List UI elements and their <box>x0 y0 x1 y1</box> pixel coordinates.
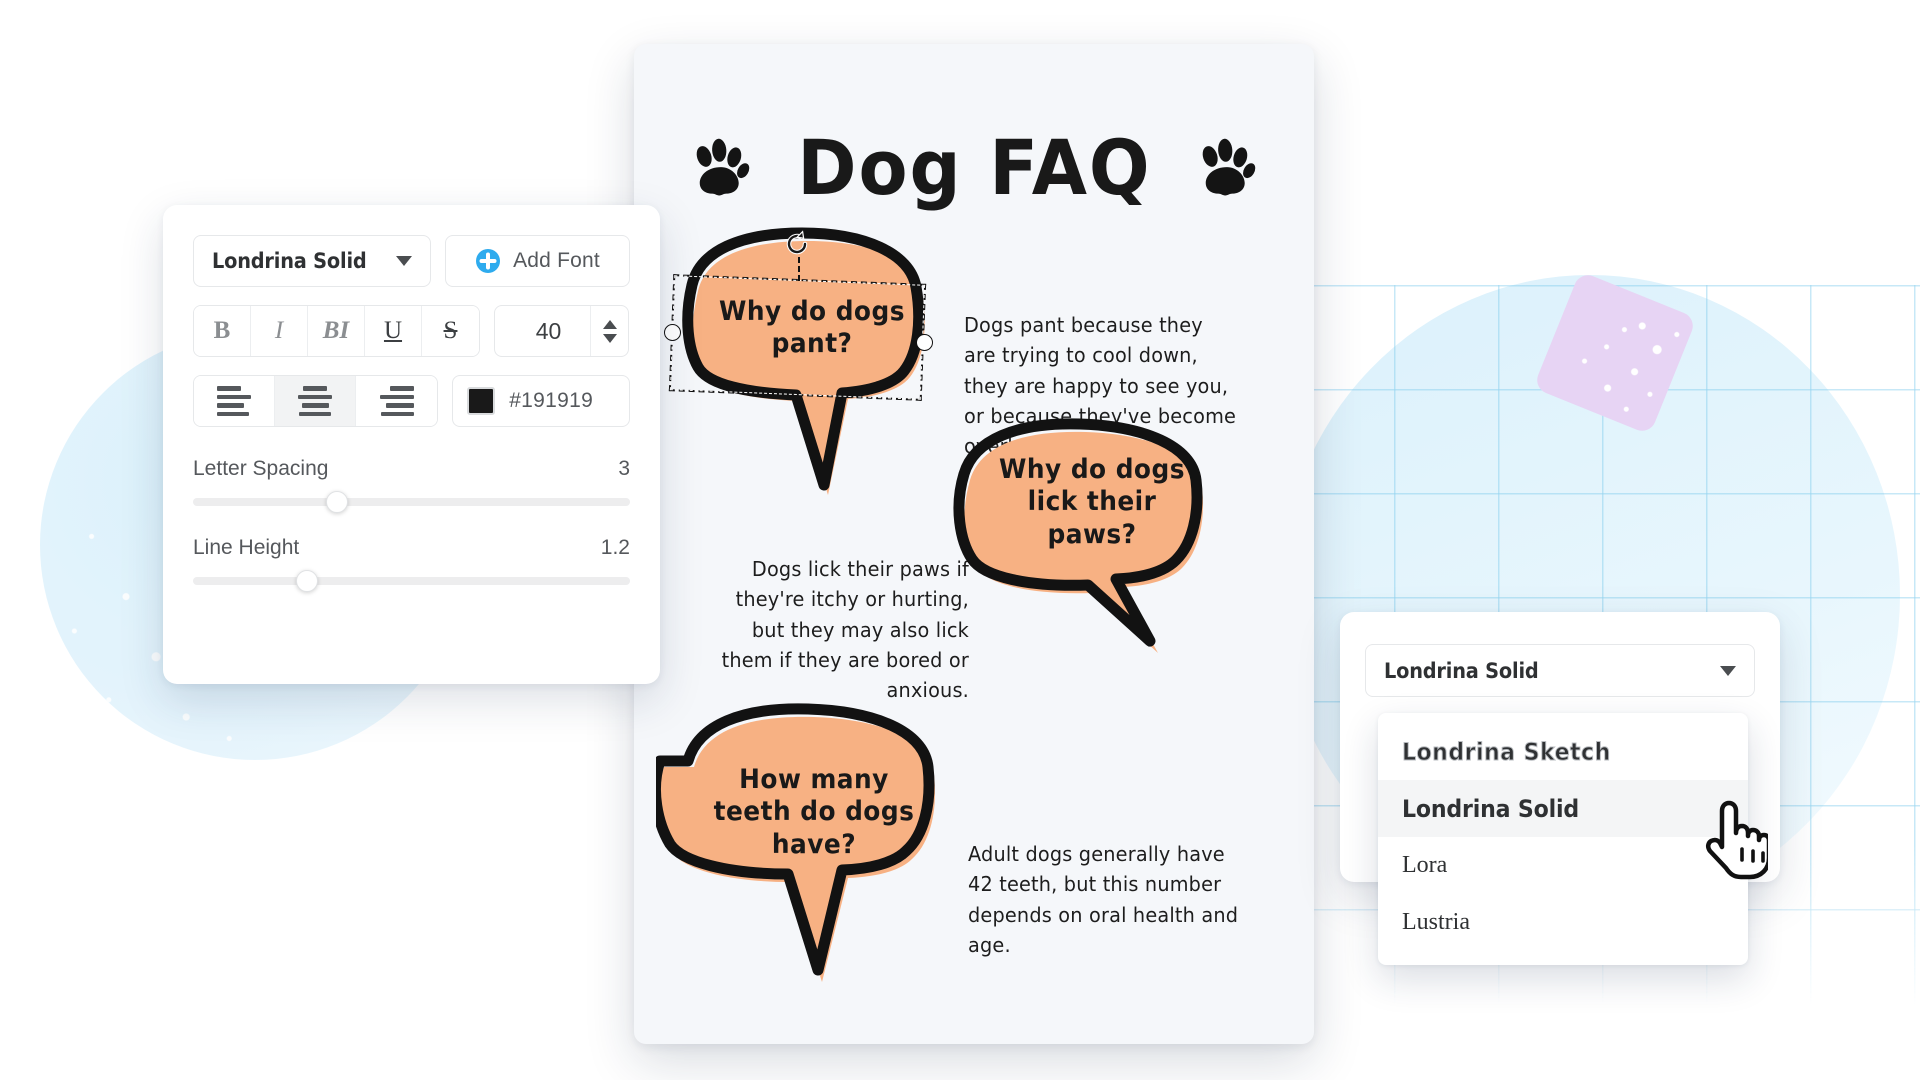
font-family-select[interactable]: Londrina Solid <box>193 235 431 287</box>
align-row: #191919 <box>193 375 630 427</box>
underline-glyph: U <box>383 317 403 344</box>
style-row: B I BI U S 40 <box>193 305 630 357</box>
pointing-hand-cursor <box>1705 800 1768 880</box>
font-option-londrina-solid[interactable]: Londrina Solid <box>1378 780 1748 837</box>
text-properties-panel: Londrina Solid Add Font B I BI U S 40 #1… <box>163 205 660 684</box>
answer-text-teeth[interactable]: Adult dogs generally have 42 teeth, but … <box>968 839 1241 960</box>
speech-bubble-lick[interactable] <box>934 404 1244 704</box>
align-left-icon <box>217 386 252 416</box>
line-height-control: Line Height 1.2 <box>193 536 630 592</box>
font-dropdown-value: Londrina Solid <box>1384 658 1539 683</box>
bubble-line: Why do dogs <box>999 454 1185 485</box>
font-option-label: Lustria <box>1402 909 1470 935</box>
font-size-spinner[interactable] <box>590 306 628 356</box>
font-option-londrina-sketch[interactable]: Londrina Sketch <box>1378 723 1748 780</box>
add-font-button[interactable]: Add Font <box>445 235 630 287</box>
italic-button[interactable]: I <box>251 306 308 356</box>
paw-print-icon <box>696 138 749 196</box>
letter-spacing-thumb[interactable] <box>326 491 349 513</box>
chevron-down-icon <box>396 256 412 266</box>
line-height-value: 1.2 <box>600 536 630 559</box>
font-size-value[interactable]: 40 <box>495 318 590 345</box>
speech-bubble-teeth-text[interactable]: How many teeth do dogs have? <box>676 764 952 861</box>
font-row: Londrina Solid Add Font <box>193 235 630 287</box>
font-option-label: Londrina Solid <box>1402 794 1579 823</box>
rotate-handle-stem <box>798 257 800 281</box>
font-option-lora[interactable]: Lora <box>1378 837 1748 894</box>
font-size-stepper[interactable]: 40 <box>494 305 629 357</box>
bold-italic-button[interactable]: BI <box>308 306 365 356</box>
line-height-thumb[interactable] <box>295 570 318 592</box>
strikethrough-button[interactable]: S <box>422 306 479 356</box>
color-swatch[interactable] <box>467 387 496 415</box>
bubble-line: How many <box>739 764 889 795</box>
font-family-value: Londrina Solid <box>212 249 367 273</box>
bubble-line: teeth do dogs <box>713 796 915 828</box>
align-right-button[interactable] <box>356 376 438 426</box>
triangle-down-icon[interactable] <box>602 333 617 343</box>
text-align-group <box>193 375 439 427</box>
font-dropdown-list: Londrina Sketch Londrina Solid Lora Lust… <box>1378 713 1748 965</box>
font-dropdown-select[interactable]: Londrina Solid <box>1365 644 1755 697</box>
italic-glyph: I <box>274 317 284 344</box>
selection-bounding-box[interactable] <box>668 274 927 401</box>
design-canvas[interactable]: Dog FAQ Why do dogs pant? Dogs pant beca… <box>634 44 1314 1044</box>
text-style-group: B I BI U S <box>193 305 480 357</box>
text-color-picker[interactable]: #191919 <box>452 375 630 427</box>
line-height-track[interactable] <box>193 570 630 592</box>
resize-handle-right[interactable] <box>916 334 933 351</box>
font-option-label: Londrina Sketch <box>1402 737 1611 766</box>
chevron-down-icon <box>1720 665 1736 676</box>
canvas-title-row: Dog FAQ <box>634 130 1314 206</box>
line-height-header: Line Height 1.2 <box>193 536 630 560</box>
paw-print-icon <box>1203 138 1256 196</box>
rotate-handle-icon[interactable] <box>782 229 812 259</box>
bubble-line: paws? <box>1047 518 1137 550</box>
line-height-label: Line Height <box>193 536 300 559</box>
app-stage: Dog FAQ Why do dogs pant? Dogs pant beca… <box>0 0 1920 1080</box>
bold-glyph: B <box>213 317 231 344</box>
triangle-up-icon[interactable] <box>602 319 617 329</box>
align-right-icon <box>379 386 414 416</box>
add-font-label: Add Font <box>513 249 600 272</box>
letter-spacing-header: Letter Spacing 3 <box>193 457 630 481</box>
canvas-title[interactable]: Dog FAQ <box>797 130 1151 206</box>
font-option-label: Lora <box>1402 852 1448 878</box>
letter-spacing-value: 3 <box>618 457 630 480</box>
color-hex-value: #191919 <box>509 389 594 412</box>
bubble-line: lick their <box>1027 486 1157 518</box>
bubble-line: have? <box>771 828 857 860</box>
answer-text-lick[interactable]: Dogs lick their paws if they're itchy or… <box>706 554 969 706</box>
letter-spacing-control: Letter Spacing 3 <box>193 457 630 513</box>
align-center-icon <box>298 386 333 416</box>
bold-italic-glyph: BI <box>322 317 350 344</box>
underline-button[interactable]: U <box>365 306 422 356</box>
strikethrough-glyph: S <box>443 317 458 344</box>
align-center-button[interactable] <box>275 376 357 426</box>
speech-bubble-lick-text[interactable]: Why do dogs lick their paws? <box>963 454 1221 551</box>
letter-spacing-label: Letter Spacing <box>193 457 329 480</box>
letter-spacing-track[interactable] <box>193 491 630 513</box>
plus-circle-icon <box>476 249 501 273</box>
align-left-button[interactable] <box>194 376 276 426</box>
font-option-lustria[interactable]: Lustria <box>1378 894 1748 951</box>
resize-handle-left[interactable] <box>664 324 681 341</box>
bold-button[interactable]: B <box>194 306 251 356</box>
